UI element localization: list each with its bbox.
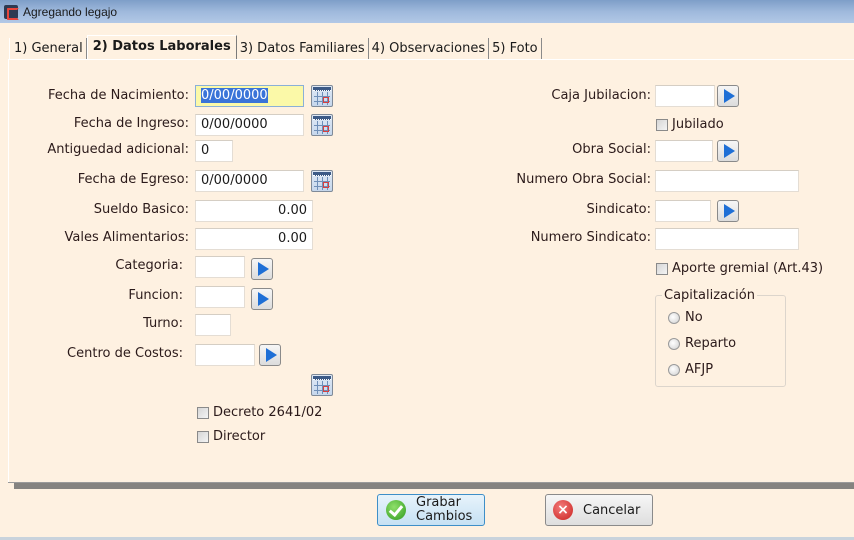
aporte-gremial-checkbox[interactable]: Aporte gremial (Art.43) bbox=[656, 261, 823, 276]
panel-shadow bbox=[14, 483, 854, 489]
radio-no[interactable]: No bbox=[668, 310, 703, 325]
caja-jubilacion-label: Caja Jubilacion: bbox=[551, 88, 651, 103]
director-label: Director bbox=[213, 429, 266, 444]
radio-no-label: No bbox=[685, 310, 703, 325]
tab-observaciones[interactable]: 4) Observaciones bbox=[369, 38, 490, 59]
numero-obra-social-label: Numero Obra Social: bbox=[516, 172, 651, 187]
funcion-label: Funcion: bbox=[128, 288, 183, 303]
vales-label: Vales Alimentarios: bbox=[64, 230, 189, 245]
calendar-icon bbox=[323, 386, 329, 392]
checkbox-box[interactable] bbox=[656, 118, 668, 131]
categoria-label: Categoria: bbox=[115, 258, 183, 273]
fecha-nacimiento-value: 0/00/0000 bbox=[201, 88, 268, 103]
centro-costos-lookup-button[interactable] bbox=[259, 344, 281, 366]
checkbox-box[interactable] bbox=[197, 430, 209, 443]
fecha-nacimiento-input[interactable]: 0/00/0000 bbox=[195, 85, 304, 107]
sueldo-basico-input[interactable]: 0.00 bbox=[195, 200, 313, 222]
numero-sindicato-input[interactable] bbox=[655, 228, 799, 250]
centro-costos-label: Centro de Costos: bbox=[67, 346, 183, 361]
tab-general[interactable]: 1) General bbox=[9, 38, 87, 59]
turno-label: Turno: bbox=[143, 316, 183, 331]
checkmark-icon bbox=[386, 500, 406, 520]
sindicato-label: Sindicato: bbox=[586, 202, 651, 217]
turno-input[interactable] bbox=[195, 314, 231, 336]
obra-social-lookup-button[interactable] bbox=[717, 140, 739, 162]
antiguedad-input[interactable]: 0 bbox=[195, 140, 233, 162]
vales-input[interactable]: 0.00 bbox=[195, 228, 313, 250]
numero-obra-social-input[interactable] bbox=[655, 170, 799, 192]
sueldo-basico-label: Sueldo Basico: bbox=[93, 202, 189, 217]
caja-jubilacion-lookup-button[interactable] bbox=[717, 85, 739, 107]
cancel-button[interactable]: × Cancelar bbox=[545, 494, 653, 526]
antiguedad-label: Antiguedad adicional: bbox=[47, 142, 189, 157]
capitalizacion-title: Capitalización bbox=[662, 288, 757, 303]
categoria-lookup-button[interactable] bbox=[251, 258, 273, 280]
numero-sindicato-label: Numero Sindicato: bbox=[530, 230, 651, 245]
checkbox-box[interactable] bbox=[656, 262, 668, 275]
decreto-checkbox[interactable]: Decreto 2641/02 bbox=[197, 405, 322, 420]
fecha-egreso-calendar-button[interactable] bbox=[311, 170, 333, 192]
fecha-ingreso-label: Fecha de Ingreso: bbox=[73, 116, 189, 131]
categoria-input[interactable] bbox=[195, 256, 245, 278]
calendar-button[interactable] bbox=[311, 374, 333, 396]
obra-social-input[interactable] bbox=[655, 140, 713, 162]
jubilado-label: Jubilado bbox=[672, 117, 724, 132]
caja-jubilacion-input[interactable] bbox=[655, 85, 715, 107]
aporte-gremial-label: Aporte gremial (Art.43) bbox=[672, 261, 824, 276]
funcion-input[interactable] bbox=[195, 286, 245, 308]
fecha-egreso-label: Fecha de Egreso: bbox=[77, 172, 189, 187]
director-checkbox[interactable]: Director bbox=[197, 429, 265, 444]
window-title: Agregando legajo bbox=[23, 4, 118, 19]
fecha-ingreso-calendar-button[interactable] bbox=[311, 114, 333, 136]
radio-button[interactable] bbox=[668, 337, 680, 350]
save-label-line2: Cambios bbox=[416, 509, 473, 524]
tab-foto[interactable]: 5) Foto bbox=[489, 38, 542, 59]
tab-datos-familiares[interactable]: 3) Datos Familiares bbox=[237, 38, 369, 59]
decreto-label: Decreto 2641/02 bbox=[213, 405, 323, 420]
sindicato-lookup-button[interactable] bbox=[717, 200, 739, 222]
fecha-nacimiento-calendar-button[interactable] bbox=[311, 85, 333, 107]
save-button-label: Grabar Cambios bbox=[416, 496, 472, 524]
obra-social-label: Obra Social: bbox=[572, 142, 651, 157]
calendar-icon bbox=[323, 182, 329, 188]
tab-bar: 1) General 2) Datos Laborales 3) Datos F… bbox=[9, 35, 542, 59]
checkbox-box[interactable] bbox=[197, 406, 209, 419]
save-button[interactable]: Grabar Cambios bbox=[377, 494, 485, 526]
radio-reparto-label: Reparto bbox=[685, 336, 737, 351]
cancel-button-label: Cancelar bbox=[583, 502, 641, 518]
jubilado-checkbox[interactable]: Jubilado bbox=[656, 117, 724, 132]
radio-afjp[interactable]: AFJP bbox=[668, 362, 713, 377]
radio-button[interactable] bbox=[668, 311, 680, 324]
fecha-egreso-input[interactable]: 0/00/0000 bbox=[195, 170, 304, 192]
title-bar: Agregando legajo bbox=[0, 0, 854, 23]
calendar-icon bbox=[323, 126, 329, 132]
centro-costos-input[interactable] bbox=[195, 344, 255, 366]
fecha-nacimiento-label: Fecha de Nacimiento: bbox=[47, 88, 189, 103]
radio-afjp-label: AFJP bbox=[685, 362, 714, 377]
radio-button[interactable] bbox=[668, 363, 680, 376]
app-icon bbox=[4, 4, 19, 20]
close-icon: × bbox=[553, 500, 573, 520]
fecha-ingreso-input[interactable]: 0/00/0000 bbox=[195, 114, 304, 136]
save-label-line1: Grabar bbox=[416, 495, 461, 510]
calendar-icon bbox=[323, 97, 329, 103]
funcion-lookup-button[interactable] bbox=[251, 288, 273, 310]
radio-reparto[interactable]: Reparto bbox=[668, 336, 736, 351]
sindicato-input[interactable] bbox=[655, 200, 711, 222]
tab-datos-laborales[interactable]: 2) Datos Laborales bbox=[86, 35, 237, 59]
